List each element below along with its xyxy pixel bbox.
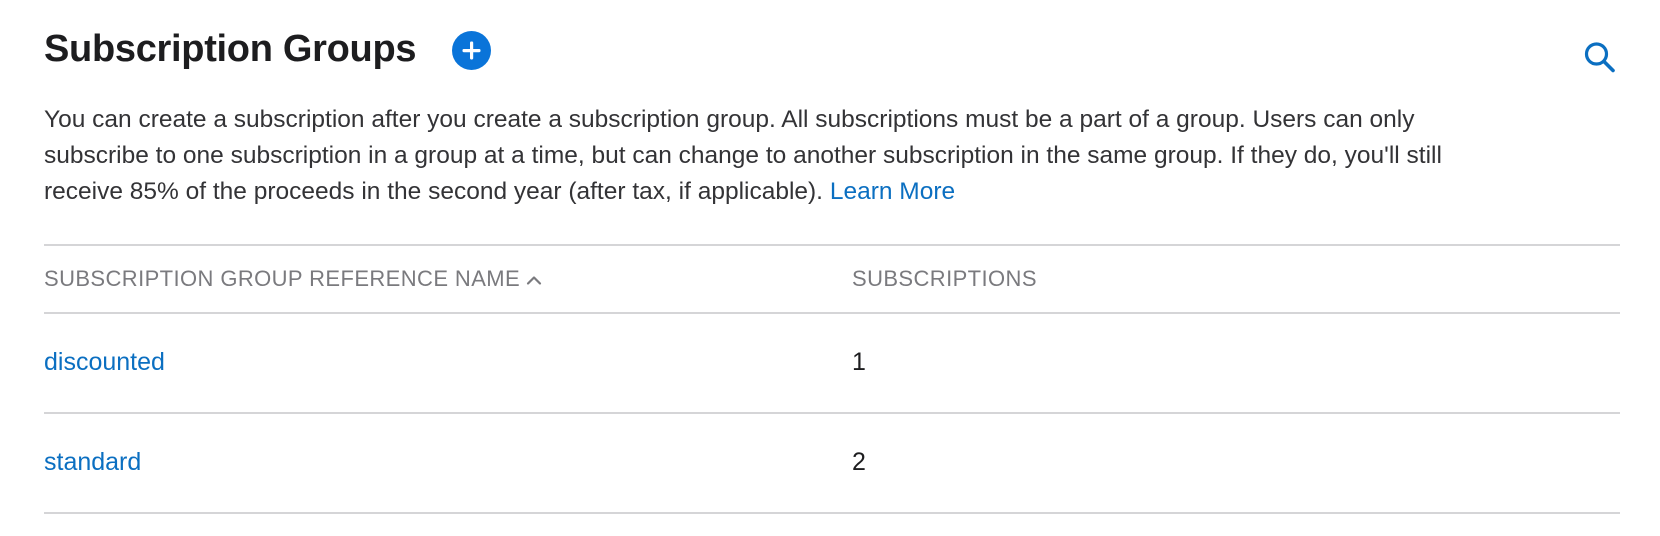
chevron-up-icon <box>526 266 542 292</box>
description-paragraph: You can create a subscription after you … <box>44 102 1504 210</box>
column-header-subscriptions[interactable]: SUBSCRIPTIONS <box>852 266 1037 292</box>
description-text: You can create a subscription after you … <box>44 106 1442 205</box>
column-header-label: SUBSCRIPTIONS <box>852 266 1037 291</box>
search-button[interactable] <box>1580 38 1620 78</box>
add-subscription-group-button[interactable] <box>452 31 491 70</box>
table-header-row: SUBSCRIPTION GROUP REFERENCE NAME SUBSCR… <box>44 244 1620 312</box>
page-header: Subscription Groups <box>44 0 1620 100</box>
column-header-label: SUBSCRIPTION GROUP REFERENCE NAME <box>44 266 521 291</box>
subscription-groups-table: SUBSCRIPTION GROUP REFERENCE NAME SUBSCR… <box>44 244 1620 514</box>
group-name-link[interactable]: discounted <box>44 348 165 377</box>
learn-more-link[interactable]: Learn More <box>830 178 955 205</box>
subscription-count: 1 <box>852 348 866 376</box>
table-row: standard 2 <box>44 412 1620 514</box>
search-icon <box>1584 42 1615 73</box>
group-name-link[interactable]: standard <box>44 448 141 477</box>
plus-icon <box>462 41 481 60</box>
subscription-groups-page: Subscription Groups You can create a sub… <box>44 0 1620 514</box>
table-row: discounted 1 <box>44 312 1620 412</box>
page-title: Subscription Groups <box>44 28 417 70</box>
column-header-reference-name[interactable]: SUBSCRIPTION GROUP REFERENCE NAME <box>44 266 542 292</box>
subscription-count: 2 <box>852 448 866 476</box>
